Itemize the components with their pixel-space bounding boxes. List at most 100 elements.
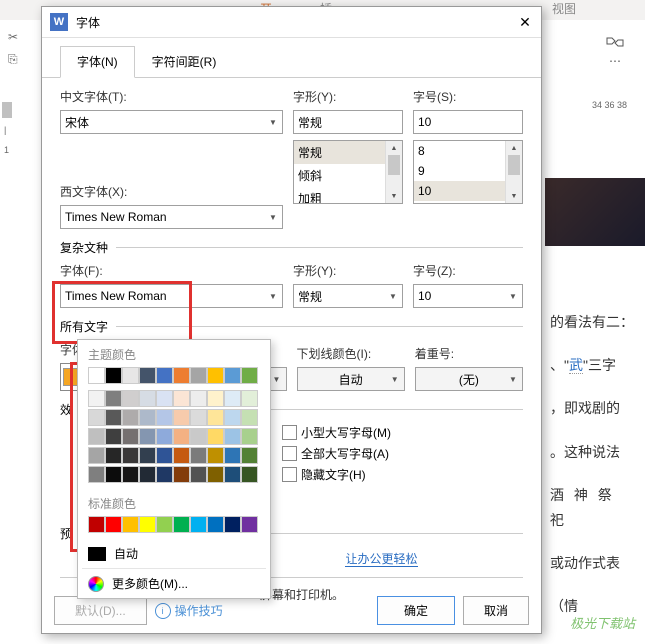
color-swatch[interactable] [173,367,190,384]
tab-spacing[interactable]: 字符间距(R) [135,46,234,77]
color-swatch[interactable] [173,409,190,426]
color-swatch[interactable] [207,390,224,407]
color-swatch[interactable] [105,428,122,445]
color-swatch[interactable] [139,466,156,483]
color-swatch[interactable] [122,390,139,407]
color-swatch[interactable] [105,466,122,483]
more-colors-item[interactable]: 更多颜色(M)... [78,569,270,598]
color-swatch[interactable] [241,466,258,483]
color-swatch[interactable] [224,409,241,426]
color-swatch[interactable] [190,409,207,426]
color-swatch[interactable] [241,409,258,426]
color-swatch[interactable] [105,390,122,407]
color-swatch[interactable] [173,428,190,445]
color-swatch[interactable] [105,367,122,384]
color-swatch[interactable] [122,409,139,426]
color-swatch[interactable] [224,447,241,464]
color-swatch[interactable] [156,466,173,483]
color-swatch[interactable] [122,466,139,483]
color-swatch[interactable] [156,390,173,407]
close-icon[interactable]: ✕ [517,14,533,30]
color-swatch[interactable] [88,367,105,384]
color-swatch[interactable] [190,390,207,407]
scrollbar[interactable]: ▲▼ [385,141,402,203]
color-swatch[interactable] [173,516,190,533]
color-swatch[interactable] [88,516,105,533]
color-swatch[interactable] [88,390,105,407]
checkbox-allcaps[interactable] [282,446,297,461]
color-swatch[interactable] [241,390,258,407]
auto-color-item[interactable]: 自动 [78,539,270,568]
color-swatch[interactable] [190,447,207,464]
color-swatch[interactable] [224,367,241,384]
color-swatch[interactable] [241,367,258,384]
color-swatch[interactable] [88,447,105,464]
color-swatch[interactable] [224,516,241,533]
size-combo[interactable]: 10 [413,110,523,134]
color-swatch[interactable] [105,516,122,533]
find-replace-icon[interactable] [605,34,625,50]
color-swatch[interactable] [105,409,122,426]
tab-font[interactable]: 字体(N) [60,46,135,78]
scrollbar[interactable]: ▲▼ [505,141,522,203]
color-swatch[interactable] [190,428,207,445]
ok-button[interactable]: 确定 [377,596,455,625]
size-listbox[interactable]: 8 9 10 ▲▼ [413,140,523,204]
color-swatch[interactable] [207,466,224,483]
color-swatch[interactable] [207,409,224,426]
cancel-button[interactable]: 取消 [463,596,529,625]
preview-link[interactable]: 让办公更轻松 [345,552,417,567]
color-swatch[interactable] [88,428,105,445]
color-swatch[interactable] [156,516,173,533]
style-listbox[interactable]: 常规 倾斜 加粗 ▲▼ [293,140,403,204]
checkbox-smallcaps[interactable] [282,425,297,440]
cs-size-combo[interactable]: 10▼ [413,284,523,308]
emphasis-combo[interactable]: (无)▼ [415,367,523,391]
color-swatch[interactable] [139,409,156,426]
color-swatch[interactable] [190,516,207,533]
color-swatch[interactable] [241,516,258,533]
color-swatch[interactable] [156,447,173,464]
color-swatch[interactable] [88,409,105,426]
color-swatch[interactable] [122,428,139,445]
color-swatch[interactable] [173,447,190,464]
color-swatch[interactable] [139,447,156,464]
color-swatch[interactable] [207,367,224,384]
color-swatch[interactable] [224,428,241,445]
color-swatch[interactable] [139,428,156,445]
color-swatch[interactable] [122,447,139,464]
color-swatch[interactable] [88,466,105,483]
western-font-combo[interactable]: Times New Roman ▼ [60,205,283,229]
color-swatch[interactable] [139,516,156,533]
chinese-font-combo[interactable]: 宋体 ▼ [60,110,283,134]
color-swatch[interactable] [190,466,207,483]
color-swatch[interactable] [122,367,139,384]
color-swatch[interactable] [105,447,122,464]
tips-link[interactable]: i操作技巧 [155,602,223,619]
color-swatch[interactable] [139,390,156,407]
cut-icon[interactable]: ✂ [8,30,18,44]
style-combo[interactable]: 常规 [293,110,403,134]
color-swatch[interactable] [207,428,224,445]
chevron-down-icon: ▼ [264,285,282,307]
color-swatch[interactable] [122,516,139,533]
cs-style-combo[interactable]: 常规▼ [293,284,403,308]
color-swatch[interactable] [173,466,190,483]
default-button[interactable]: 默认(D)... [54,596,147,625]
color-swatch[interactable] [241,447,258,464]
copy-icon[interactable]: ⎘ [8,52,18,67]
color-swatch[interactable] [156,367,173,384]
color-swatch[interactable] [173,390,190,407]
color-swatch[interactable] [190,367,207,384]
color-swatch[interactable] [156,409,173,426]
toolbar-ellipsis[interactable]: ⋯ [605,54,625,68]
color-swatch[interactable] [241,428,258,445]
color-swatch[interactable] [207,447,224,464]
color-swatch[interactable] [207,516,224,533]
underline-color-combo[interactable]: 自动▼ [297,367,405,391]
color-swatch[interactable] [156,428,173,445]
color-swatch[interactable] [224,390,241,407]
checkbox-hidden[interactable] [282,467,297,482]
color-swatch[interactable] [139,367,156,384]
color-swatch[interactable] [224,466,241,483]
